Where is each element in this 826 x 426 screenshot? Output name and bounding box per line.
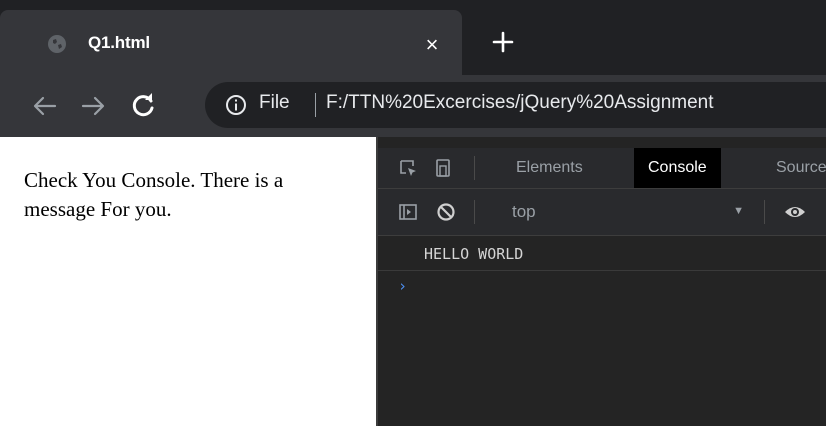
console-message-text: HELLO WORLD: [424, 245, 524, 263]
reload-button[interactable]: [128, 91, 158, 121]
forward-button[interactable]: [78, 91, 108, 121]
console-message: HELLO WORLD: [378, 236, 826, 271]
scheme-label: File: [259, 92, 290, 113]
page-message: Check You Console. There is a message Fo…: [24, 168, 284, 221]
toolbar-separator: [474, 156, 475, 180]
devtools-panel: Elements Console Sources top: [376, 137, 826, 426]
tab-elements[interactable]: Elements: [502, 148, 597, 188]
context-select[interactable]: top ▼: [490, 197, 756, 227]
page-viewport: Check You Console. There is a message Fo…: [0, 137, 376, 426]
sidebar-toggle-icon[interactable]: [398, 202, 418, 222]
devtools-tabbar: Elements Console Sources: [378, 148, 826, 189]
toolbar: File F:/TTN%20Excercises/jQuery%20Assign…: [0, 75, 826, 137]
info-icon[interactable]: [225, 94, 247, 116]
console-toolbar: top ▼: [378, 189, 826, 236]
toolbar-separator: [474, 200, 475, 224]
arrow-right-icon: [81, 96, 105, 116]
new-tab-button[interactable]: [488, 27, 518, 57]
toolbar-separator: [764, 200, 765, 224]
address-bar[interactable]: File F:/TTN%20Excercises/jQuery%20Assign…: [205, 82, 826, 128]
arrow-left-icon: [33, 96, 57, 116]
tab-sources[interactable]: Sources: [762, 148, 826, 188]
dropdown-arrow-icon: ▼: [733, 205, 744, 217]
device-toggle-icon[interactable]: [434, 158, 454, 178]
tab-strip: Q1.html ×: [0, 0, 826, 75]
close-icon[interactable]: ×: [420, 34, 444, 58]
globe-icon: [48, 35, 66, 53]
inspect-element-icon[interactable]: [398, 158, 418, 178]
eye-icon[interactable]: [784, 202, 805, 222]
url-text[interactable]: F:/TTN%20Excercises/jQuery%20Assignment: [326, 92, 714, 114]
context-label: top: [512, 202, 536, 221]
back-button[interactable]: [30, 91, 60, 121]
tab-q1[interactable]: Q1.html ×: [0, 10, 462, 75]
clear-console-icon[interactable]: [436, 202, 456, 222]
reload-icon: [132, 93, 154, 117]
tab-console[interactable]: Console: [634, 148, 721, 188]
browser-window: Q1.html × File F:/TTN%20Excercises/jQuer…: [0, 0, 826, 426]
divider: [315, 93, 316, 117]
plus-icon: [492, 31, 514, 53]
console-prompt[interactable]: ›: [398, 277, 407, 295]
tab-title: Q1.html: [88, 33, 150, 52]
